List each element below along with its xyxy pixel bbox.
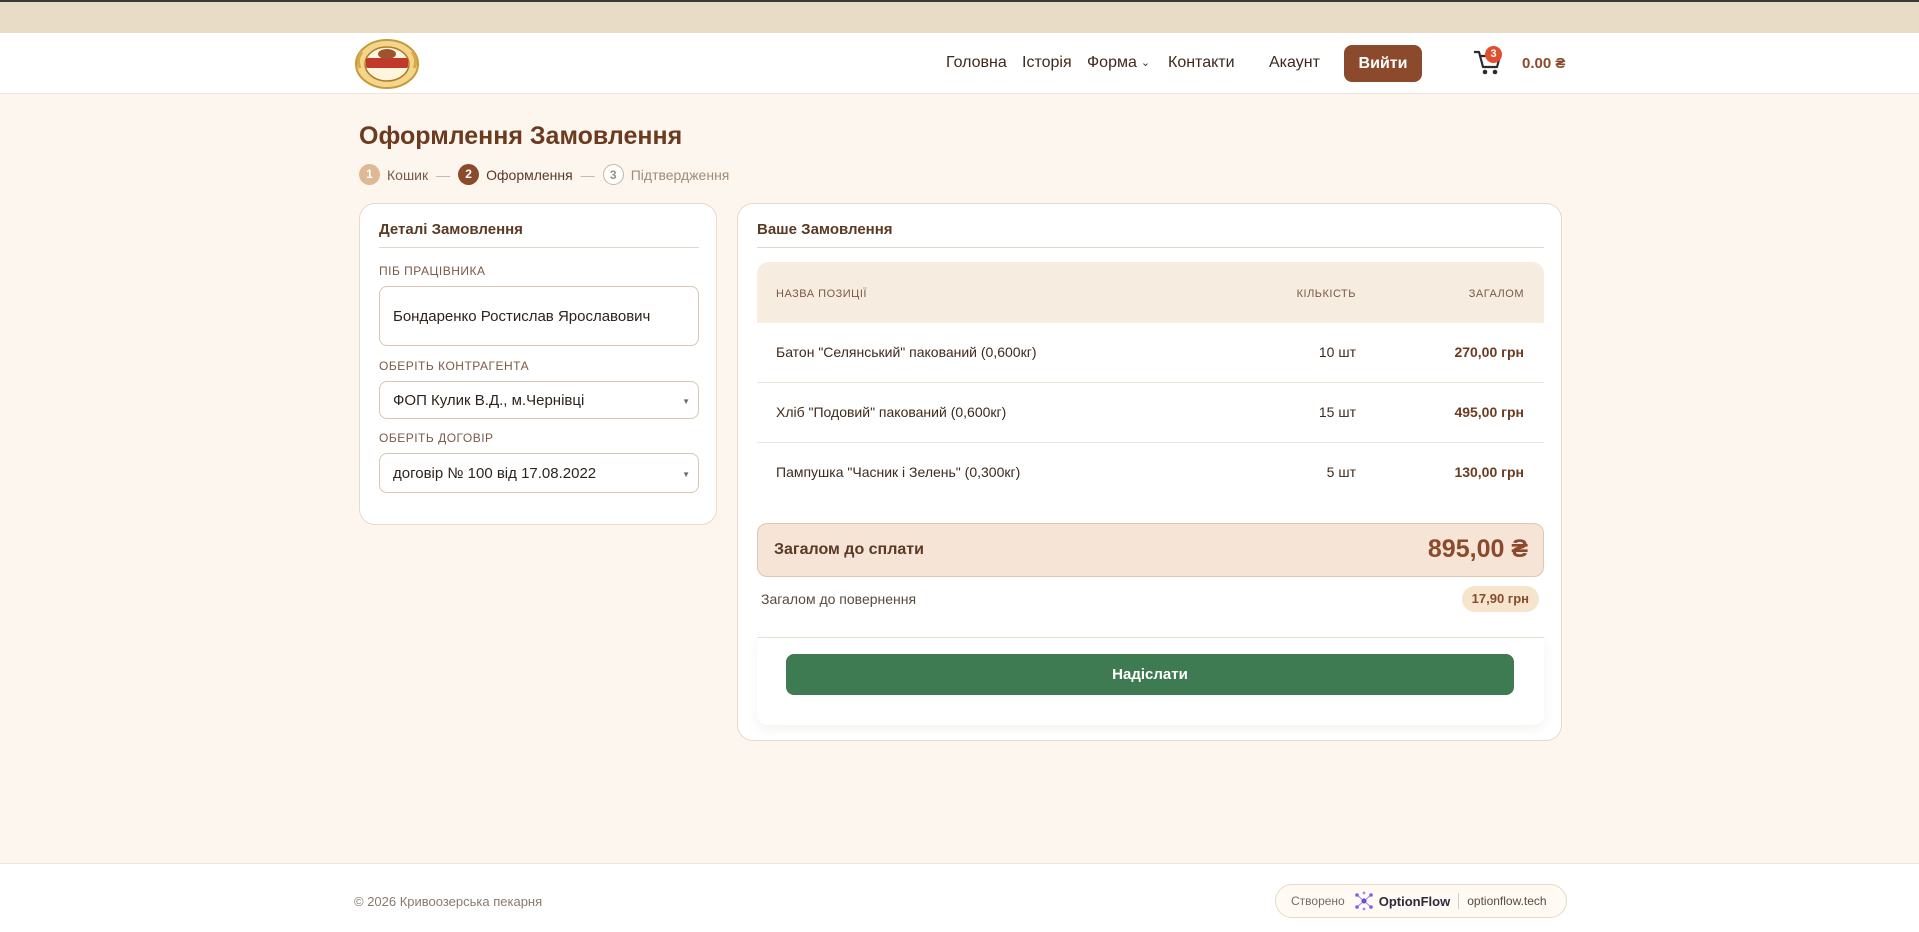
contractor-label: ОБЕРІТЬ КОНТРАГЕНТА — [379, 359, 530, 373]
checkout-steps: 1 Кошик — 2 Оформлення — 3 Підтвердження — [359, 164, 729, 185]
step-label: Підтвердження — [630, 166, 730, 183]
logout-button[interactable]: Вийти — [1344, 45, 1422, 82]
nav-contacts[interactable]: Контакти — [1168, 54, 1235, 72]
your-order-title: Ваше Замовлення — [757, 221, 893, 238]
contractor-value: ФОП Кулик В.Д., м.Чернівці — [393, 391, 585, 409]
cart-total[interactable]: 0.00 ₴ — [1522, 55, 1565, 72]
order-details-title: Деталі Замовлення — [379, 221, 523, 238]
nav-history[interactable]: Історія — [1022, 54, 1072, 72]
optionflow-logo-icon — [1354, 891, 1373, 911]
step-confirmation: 3 Підтвердження — [602, 164, 730, 185]
divider — [757, 247, 1544, 248]
credit-badge[interactable]: Створено OptionFlow optionflow.tech — [1275, 884, 1567, 918]
contractor-select[interactable]: ФОП Кулик В.Д., м.Чернівці ▼ — [379, 381, 699, 419]
contract-select[interactable]: договір № 100 від 17.08.2022 ▼ — [379, 453, 699, 493]
step-checkout: 2 Оформлення — [458, 164, 573, 185]
step-cart[interactable]: 1 Кошик — [359, 164, 428, 185]
credit-site: optionflow.tech — [1467, 894, 1547, 908]
step-number: 1 — [359, 164, 380, 185]
col-qty-header: КІЛЬКІСТЬ — [1296, 288, 1356, 300]
grand-total-box: Загалом до сплати 895,00 ₴ — [757, 523, 1544, 577]
submit-area: Надіслати — [757, 637, 1544, 725]
step-number: 3 — [602, 164, 624, 185]
item-qty: 5 шт — [1326, 464, 1356, 480]
item-name: Хліб "Подовий" пакований (0,600кг) — [776, 404, 1007, 420]
nav-form[interactable]: Форма ⌄ — [1087, 54, 1150, 72]
employee-label: ПІБ ПРАЦІВНИКА — [379, 264, 486, 278]
order-details-card: Деталі Замовлення ПІБ ПРАЦІВНИКА Бондаре… — [359, 203, 717, 525]
item-name: Пампушка "Часник і Зелень" (0,300кг) — [776, 464, 1021, 480]
divider — [1458, 893, 1460, 909]
caret-down-icon: ▼ — [682, 470, 690, 479]
grand-total-value: 895,00 ₴ — [1427, 535, 1528, 563]
site-header: Головна Історія Форма ⌄ Контакти Акаунт В… — [0, 33, 1919, 94]
credit-made-by: Створено — [1291, 894, 1345, 908]
page-title: Оформлення Замовлення — [359, 122, 683, 150]
contract-value: договір № 100 від 17.08.2022 — [393, 464, 597, 482]
nav-form-label: Форма — [1087, 54, 1137, 71]
step-separator: — — [436, 166, 451, 183]
grand-total-label: Загалом до сплати — [774, 541, 924, 558]
item-name: Батон "Селянський" пакований (0,600кг) — [776, 344, 1037, 360]
step-number: 2 — [458, 164, 480, 185]
nav-account[interactable]: Акаунт — [1269, 54, 1320, 72]
divider — [379, 247, 699, 248]
step-separator: — — [580, 166, 595, 183]
col-total-header: ЗАГАЛОМ — [1468, 288, 1524, 300]
your-order-card: Ваше Замовлення НАЗВА ПОЗИЦІЇ КІЛЬКІСТЬ … — [737, 203, 1562, 741]
step-label: Оформлення — [486, 166, 573, 183]
bakery-logo[interactable] — [354, 38, 420, 90]
chevron-down-icon: ⌄ — [1140, 57, 1151, 69]
item-total: 130,00 грн — [1454, 464, 1524, 480]
credit-brand: OptionFlow — [1378, 893, 1451, 909]
contract-label: ОБЕРІТЬ ДОГОВІР — [379, 431, 494, 445]
table-row: Хліб "Подовий" пакований (0,600кг) 15 шт… — [757, 383, 1544, 443]
return-total-badge: 17,90 грн — [1461, 586, 1539, 612]
col-name-header: НАЗВА ПОЗИЦІЇ — [776, 288, 867, 300]
submit-button[interactable]: Надіслати — [786, 654, 1514, 695]
site-footer: © 2026 Кривоозерська пекарня Створено Op… — [0, 863, 1919, 932]
item-total: 270,00 грн — [1454, 344, 1524, 360]
item-qty: 10 шт — [1318, 344, 1356, 360]
top-strip — [0, 0, 1919, 33]
item-total: 495,00 грн — [1454, 404, 1524, 420]
step-label: Кошик — [387, 166, 429, 183]
order-table-header: НАЗВА ПОЗИЦІЇ КІЛЬКІСТЬ ЗАГАЛОМ — [757, 262, 1544, 323]
employee-name-field[interactable]: Бондаренко Ростислав Ярославович — [379, 286, 699, 346]
item-qty: 15 шт — [1318, 404, 1356, 420]
table-row: Батон "Селянський" пакований (0,600кг) 1… — [757, 323, 1544, 383]
caret-down-icon: ▼ — [682, 397, 690, 406]
copyright: © 2026 Кривоозерська пекарня — [354, 894, 543, 909]
return-total-label: Загалом до повернення — [761, 591, 917, 607]
cart-count-badge: 3 — [1485, 46, 1502, 63]
employee-name-value: Бондаренко Ростислав Ярославович — [393, 307, 651, 325]
nav-home[interactable]: Головна — [946, 54, 1007, 72]
table-row: Пампушка "Часник і Зелень" (0,300кг) 5 ш… — [757, 443, 1544, 503]
